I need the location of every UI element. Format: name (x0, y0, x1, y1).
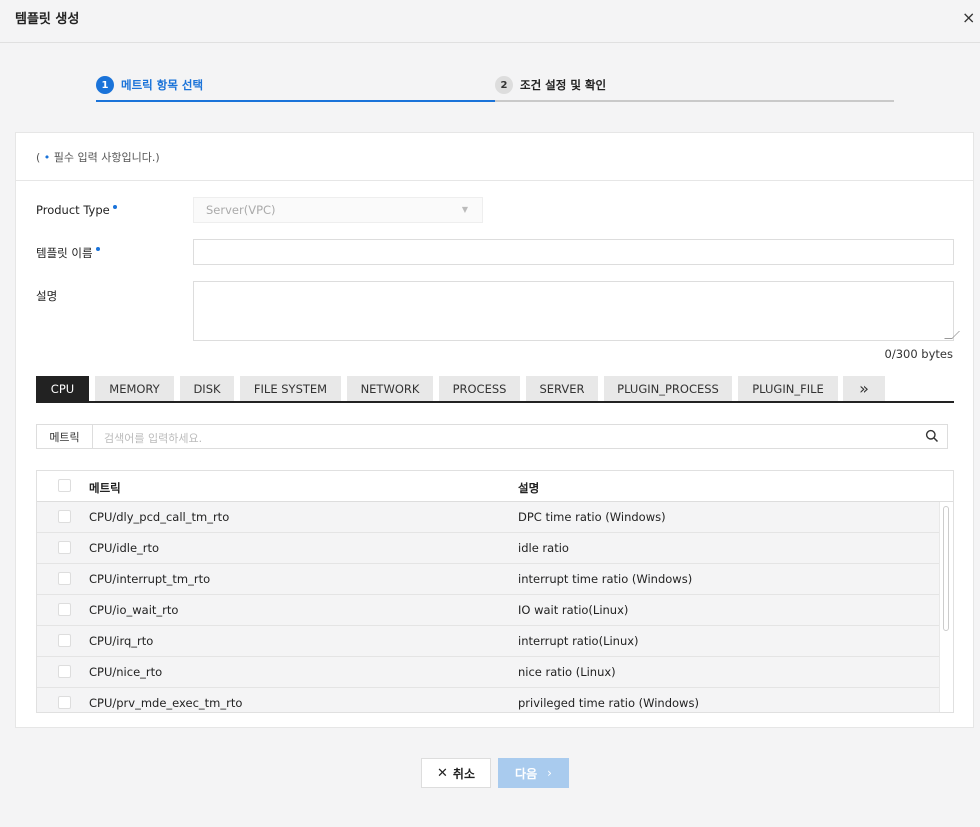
byte-counter: 0/300 bytes (884, 347, 953, 361)
row-checkbox[interactable] (58, 510, 71, 523)
metric-name: CPU/irq_rto (89, 634, 154, 648)
stepper: 1 메트릭 항목 선택 2 조건 설정 및 확인 (96, 70, 894, 102)
row-checkbox[interactable] (58, 572, 71, 585)
metric-name: CPU/io_wait_rto (89, 603, 179, 617)
table-row[interactable]: CPU/prv_mde_exec_tm_rto privileged time … (37, 688, 939, 712)
required-note: ( • 필수 입력 사항입니다.) (36, 149, 160, 165)
row-checkbox[interactable] (58, 603, 71, 616)
table-row[interactable]: CPU/dly_pcd_call_tm_rto DPC time ratio (… (37, 502, 939, 533)
product-type-select[interactable]: Server(VPC) ▼ (193, 197, 483, 223)
table-row[interactable]: CPU/nice_rto nice ratio (Linux) (37, 657, 939, 688)
table-body: CPU/dly_pcd_call_tm_rto DPC time ratio (… (37, 502, 939, 712)
metric-description: privileged time ratio (Windows) (518, 696, 699, 710)
tab-network[interactable]: NETWORK (347, 376, 433, 401)
metric-name: CPU/idle_rto (89, 541, 160, 555)
search-label: 메트릭 (37, 425, 93, 448)
metric-description: DPC time ratio (Windows) (518, 510, 666, 524)
template-name-input[interactable] (193, 239, 954, 265)
metric-description: interrupt time ratio (Windows) (518, 572, 693, 586)
cancel-label: 취소 (452, 766, 475, 781)
row-checkbox[interactable] (58, 665, 71, 678)
dialog-header: 템플릿 생성 × (0, 0, 980, 43)
row-checkbox[interactable] (58, 541, 71, 554)
divider (16, 180, 973, 181)
next-button[interactable]: 다음 › (498, 758, 569, 788)
metric-name: CPU/prv_mde_exec_tm_rto (89, 696, 243, 710)
step-1: 1 메트릭 항목 선택 (96, 70, 495, 102)
tab-plugin-file[interactable]: PLUGIN_FILE (738, 376, 838, 401)
required-note-text: 필수 입력 사항입니다.) (50, 151, 160, 164)
template-name-label: 템플릿 이름 (36, 245, 100, 261)
row-checkbox[interactable] (58, 634, 71, 647)
select-all-checkbox[interactable] (58, 479, 71, 492)
metric-name: CPU/dly_pcd_call_tm_rto (89, 510, 230, 524)
step-2-label: 조건 설정 및 확인 (520, 78, 607, 92)
metric-search: 메트릭 검색어를 입력하세요. (36, 424, 948, 449)
metric-table: 메트릭 설명 CPU/dly_pcd_call_tm_rto DPC time … (36, 470, 954, 713)
resize-handle-icon[interactable] (944, 331, 960, 339)
required-dot-icon (95, 247, 100, 251)
tab-file-system[interactable]: FILE SYSTEM (240, 376, 341, 401)
table-header: 메트릭 설명 (37, 471, 953, 502)
scrollbar-thumb[interactable] (943, 506, 949, 631)
tab-cpu[interactable]: CPU (36, 376, 89, 401)
more-tabs-icon[interactable]: » (843, 376, 885, 401)
form-card: ( • 필수 입력 사항입니다.) Product Type Server(VP… (15, 132, 974, 728)
close-icon: ✕ (437, 765, 448, 781)
column-header-description: 설명 (518, 481, 540, 495)
dialog-title: 템플릿 생성 (15, 12, 80, 27)
step-2-number: 2 (495, 76, 513, 94)
required-note-open: ( (36, 151, 44, 164)
metric-description: idle ratio (518, 541, 569, 555)
step-2: 2 조건 설정 및 확인 (495, 70, 894, 102)
description-textarea[interactable] (193, 281, 960, 341)
description-label: 설명 (36, 289, 58, 303)
table-row[interactable]: CPU/idle_rto idle ratio (37, 533, 939, 564)
product-type-value: Server(VPC) (206, 203, 276, 217)
search-icon[interactable] (925, 429, 939, 443)
metric-description: IO wait ratio(Linux) (518, 603, 629, 617)
metric-name: CPU/nice_rto (89, 665, 163, 679)
cancel-button[interactable]: ✕ 취소 (421, 758, 491, 788)
close-icon[interactable]: × (962, 9, 975, 27)
next-label: 다음 (515, 766, 538, 781)
product-type-label-text: Product Type (36, 203, 110, 217)
metric-description: interrupt ratio(Linux) (518, 634, 639, 648)
tab-memory[interactable]: MEMORY (95, 376, 174, 401)
tab-process[interactable]: PROCESS (439, 376, 520, 401)
metric-name: CPU/interrupt_tm_rto (89, 572, 211, 586)
metric-category-tabs: CPU MEMORY DISK FILE SYSTEM NETWORK PROC… (36, 376, 954, 403)
metric-description: nice ratio (Linux) (518, 665, 616, 679)
template-name-label-text: 템플릿 이름 (36, 246, 93, 260)
table-scrollbar[interactable] (939, 502, 953, 712)
row-checkbox[interactable] (58, 696, 71, 709)
product-type-label: Product Type (36, 203, 117, 217)
table-row[interactable]: CPU/interrupt_tm_rto interrupt time rati… (37, 564, 939, 595)
tab-disk[interactable]: DISK (180, 376, 234, 401)
chevron-down-icon: ▼ (461, 205, 468, 214)
tab-server[interactable]: SERVER (526, 376, 598, 401)
table-row[interactable]: CPU/io_wait_rto IO wait ratio(Linux) (37, 595, 939, 626)
step-1-label: 메트릭 항목 선택 (121, 78, 204, 92)
required-dot-icon (112, 205, 117, 209)
search-input[interactable]: 검색어를 입력하세요. (104, 430, 202, 446)
column-header-metric: 메트릭 (89, 481, 121, 495)
table-row[interactable]: CPU/irq_rto interrupt ratio(Linux) (37, 626, 939, 657)
tab-plugin-process[interactable]: PLUGIN_PROCESS (604, 376, 732, 401)
chevron-right-icon: › (547, 766, 552, 780)
step-1-number: 1 (96, 76, 114, 94)
